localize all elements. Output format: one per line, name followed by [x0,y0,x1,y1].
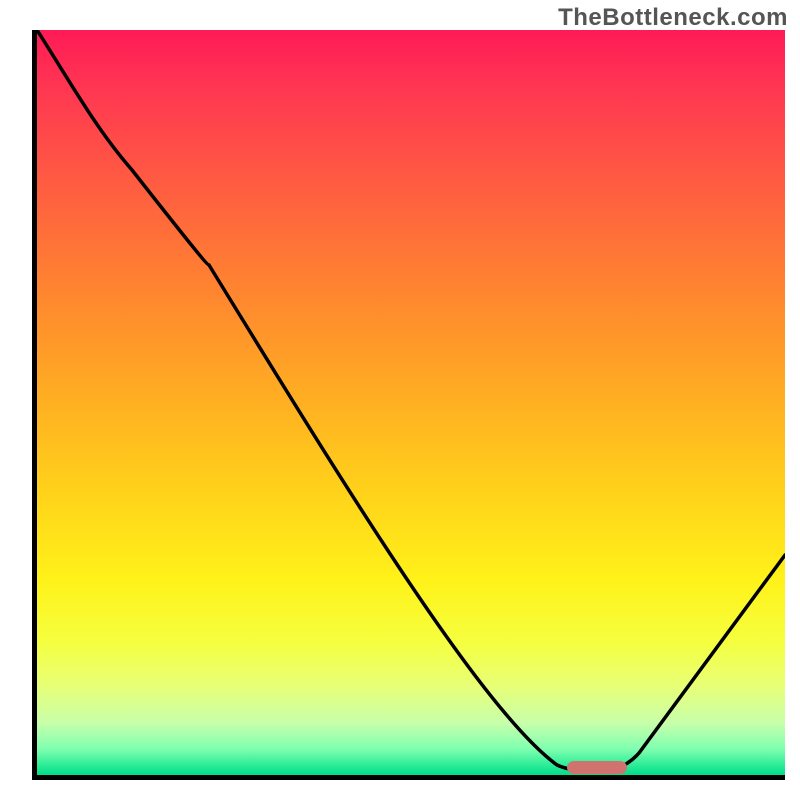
gradient-background [37,30,785,775]
plot-area [32,30,785,780]
watermark-text: TheBottleneck.com [558,4,788,32]
